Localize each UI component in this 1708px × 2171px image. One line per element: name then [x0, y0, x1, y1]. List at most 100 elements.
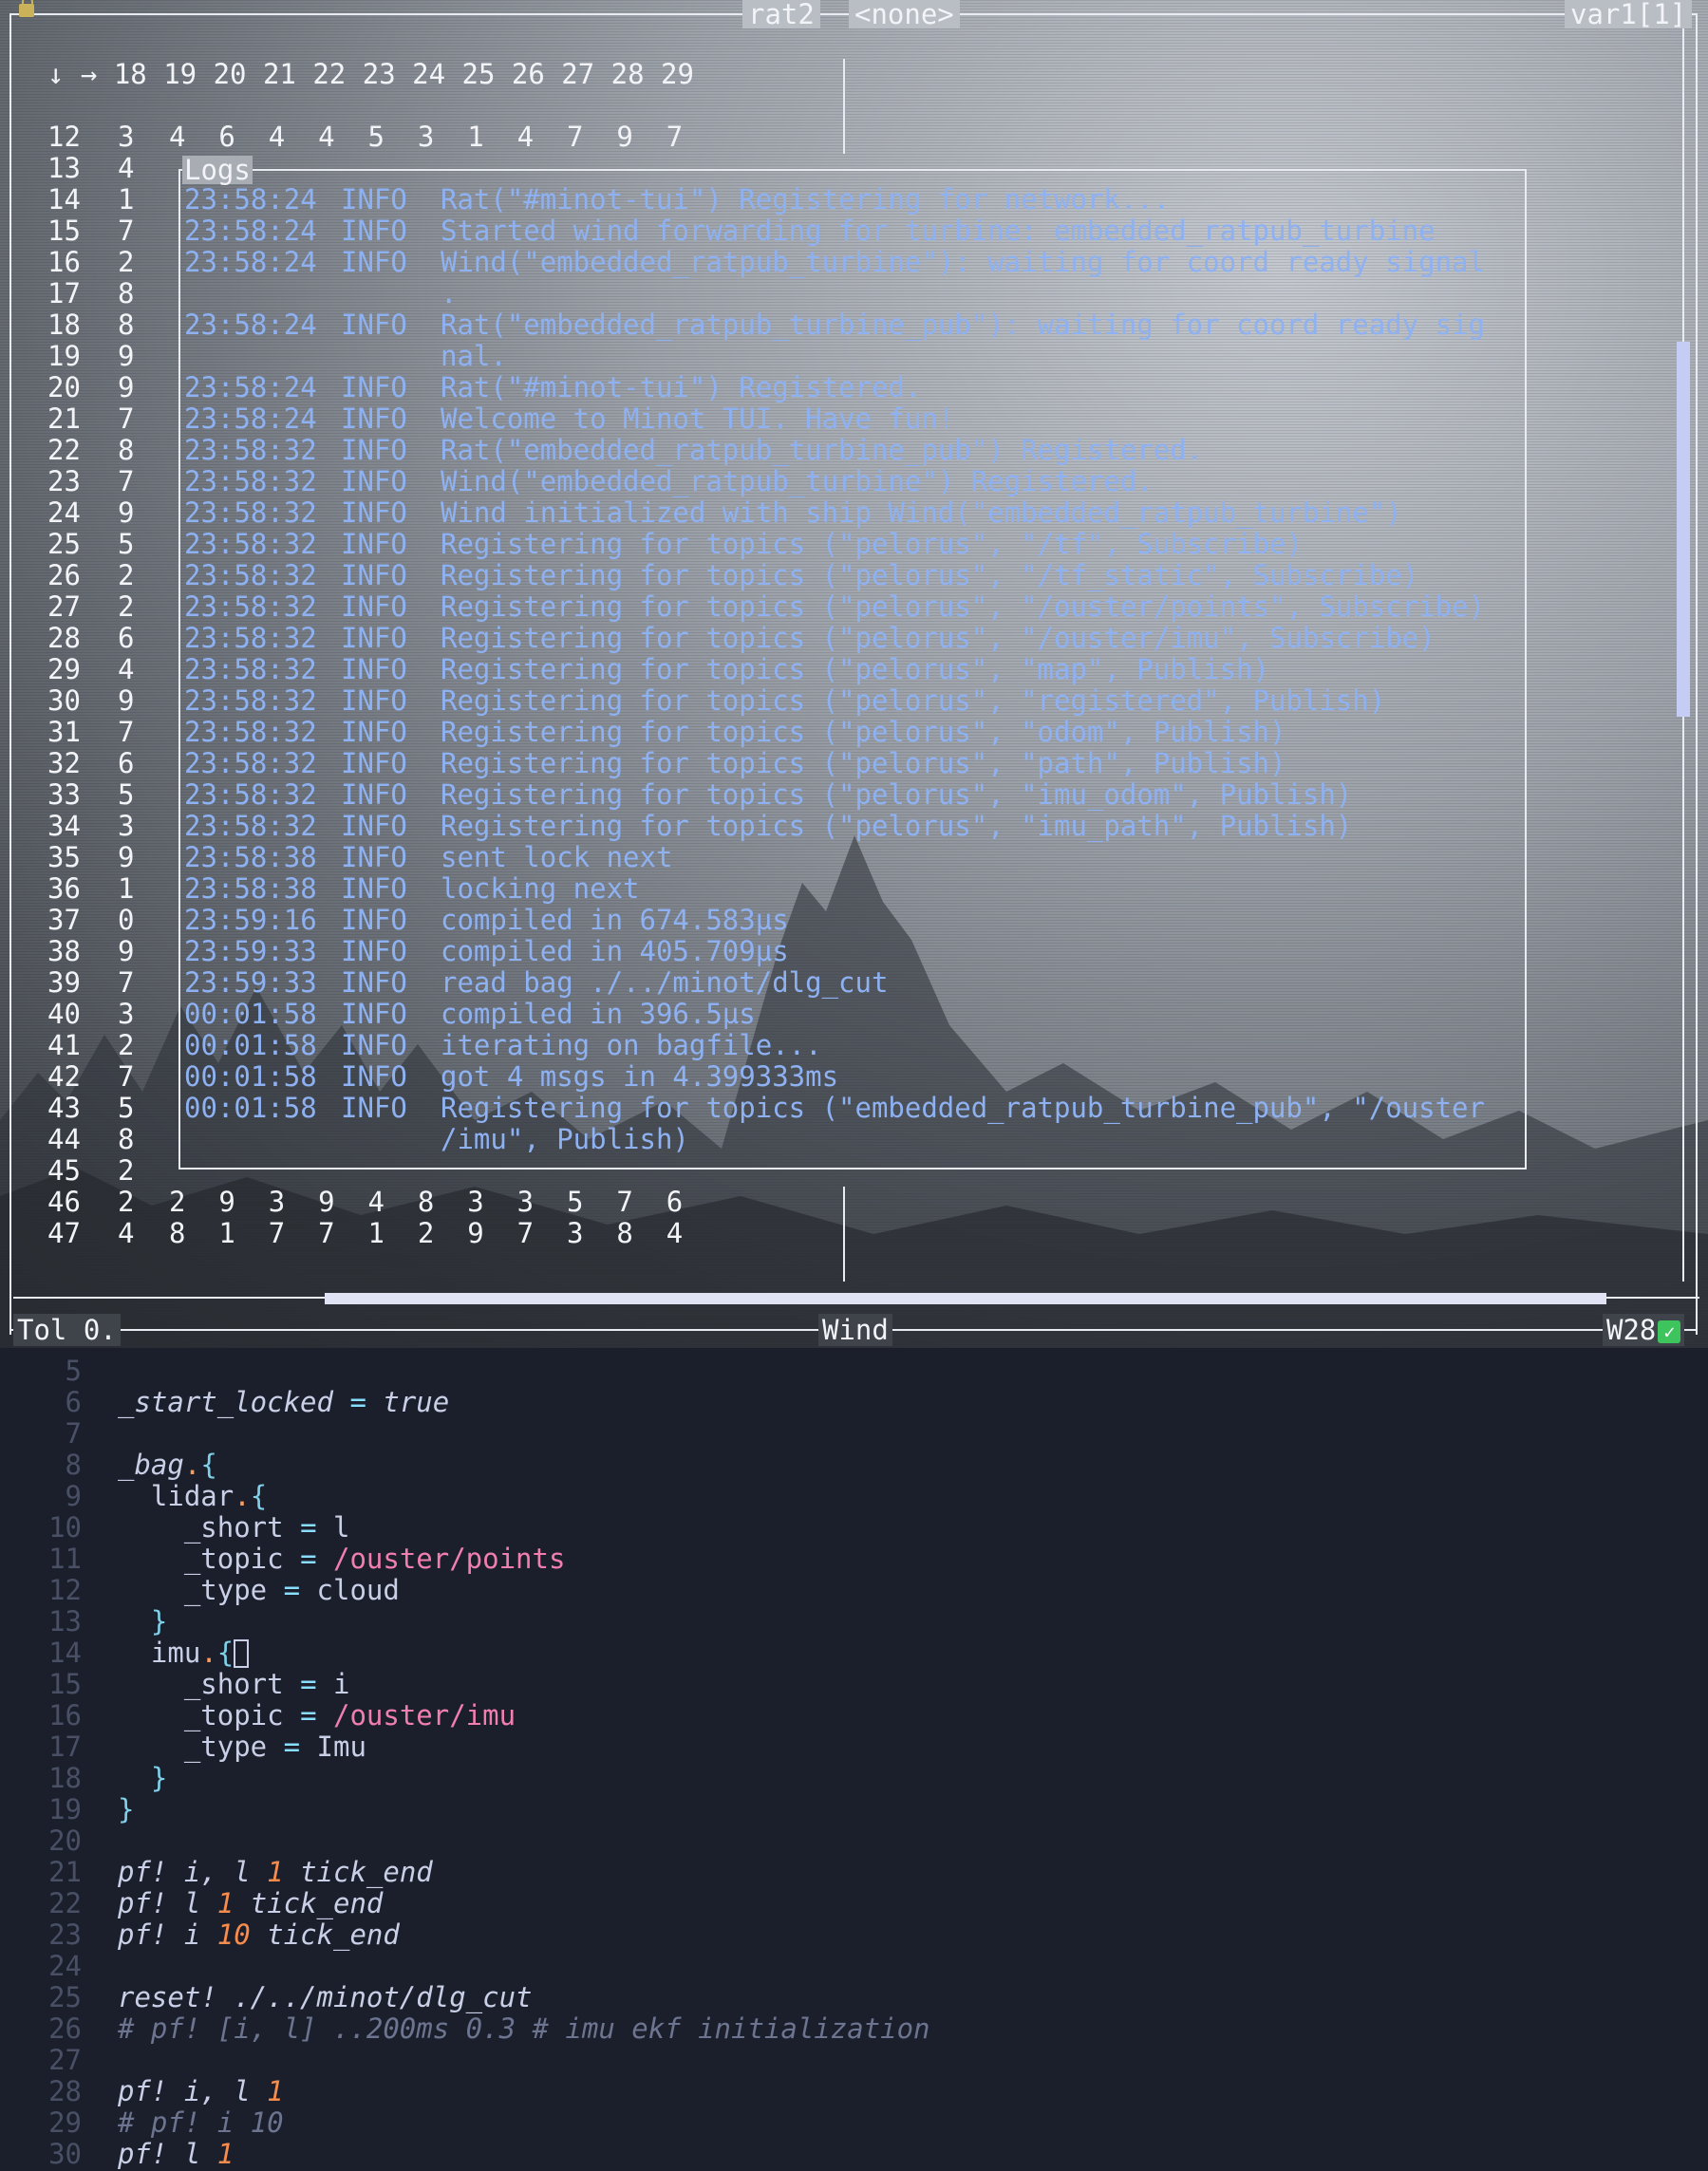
- matrix-row-value: 7: [118, 716, 135, 748]
- code-token: cloud: [316, 1574, 400, 1606]
- horizontal-scrollbar[interactable]: [325, 1293, 1606, 1304]
- log-message: Registering for topics ("pelorus", "odom…: [441, 716, 1286, 748]
- editor-line[interactable]: 23 pf! i 10 tick_end: [0, 1919, 400, 1951]
- code-token: pf! i, l: [118, 1856, 268, 1888]
- log-level: INFO: [341, 935, 407, 967]
- editor-line[interactable]: 21 pf! i, l 1 tick_end: [0, 1857, 433, 1888]
- log-line: 00:01:58 INFO iterating on bagfile...: [184, 1030, 822, 1061]
- line-number: 10: [48, 1511, 82, 1544]
- log-timestamp: 23:58:32: [184, 716, 317, 748]
- matrix-row-value: 2: [118, 1154, 135, 1187]
- matrix-row-value: 8: [118, 434, 135, 466]
- log-timestamp: 23:58:32: [184, 559, 317, 591]
- editor-line[interactable]: 16 _topic = /ouster/imu: [0, 1700, 516, 1731]
- editor-line[interactable]: 18 }: [0, 1763, 167, 1794]
- code-token: reset! ./../minot/dlg_cut: [118, 1981, 533, 2013]
- code-token: =: [332, 1386, 384, 1418]
- editor-line[interactable]: 14 imu.{: [0, 1637, 250, 1669]
- editor-line[interactable]: 20: [0, 1825, 118, 1857]
- editor-line[interactable]: 15 _short = i: [0, 1669, 349, 1700]
- lock-icon: [19, 0, 34, 17]
- editor-line[interactable]: 25 reset! ./../minot/dlg_cut: [0, 1981, 533, 2013]
- code-token: l: [333, 1511, 350, 1544]
- editor-line[interactable]: 19}: [0, 1794, 134, 1825]
- code-editor[interactable]: 5 6 _start_locked = true 7 8 _bag.{9 lidar.{1…: [0, 1348, 1708, 2171]
- log-message: .: [441, 277, 458, 309]
- code-token: .: [200, 1637, 217, 1669]
- editor-line[interactable]: 30 pf! l 1: [0, 2139, 234, 2170]
- log-level: INFO: [341, 747, 407, 779]
- editor-line[interactable]: 9 lidar.{: [0, 1481, 268, 1512]
- editor-line[interactable]: 12 _type = cloud: [0, 1575, 400, 1606]
- matrix-row-label: 34: [47, 810, 81, 842]
- line-number: 16: [48, 1699, 82, 1731]
- matrix-row-value: 2: [118, 590, 135, 623]
- matrix-row-label: 36: [47, 872, 81, 905]
- log-level: INFO: [341, 183, 407, 215]
- line-number: 19: [48, 1793, 82, 1825]
- log-message: Started wind forwarding for turbine: emb…: [441, 215, 1436, 247]
- log-line: 23:58:32 INFO Rat("embedded_ratpub_turbine…: [184, 435, 1203, 466]
- code-token: }: [118, 1605, 168, 1638]
- code-token: /ouster/points: [333, 1543, 566, 1575]
- logs-panel-title: Logs: [182, 154, 253, 186]
- log-message: iterating on bagfile...: [441, 1029, 822, 1061]
- matrix-row-label: 22: [47, 434, 81, 466]
- code-token: _type: [118, 1731, 268, 1763]
- matrix-row-label: 31: [47, 716, 81, 748]
- matrix-row-cells: 8 1 7 7 1 2 9 7 3 8 4: [169, 1217, 684, 1249]
- log-level: INFO: [341, 872, 407, 905]
- log-timestamp: 00:01:58: [184, 998, 317, 1030]
- editor-line[interactable]: 7: [0, 1418, 118, 1450]
- log-line: 23:58:24 INFO Rat("#minot-tui") Registerin…: [184, 184, 1170, 215]
- log-line: 23:58:32 INFO Registering for topics ("pel…: [184, 529, 1303, 560]
- code-token: _short: [118, 1511, 284, 1544]
- line-number: 28: [48, 2075, 82, 2107]
- log-level: INFO: [341, 309, 407, 341]
- editor-line[interactable]: 28 pf! i, l 1: [0, 2076, 284, 2107]
- editor-line[interactable]: 26 # pf! [i, l] ..200ms 0.3 # imu ekf ini…: [0, 2013, 929, 2045]
- code-token: pf! l: [118, 1887, 217, 1919]
- matrix-row-value: 9: [118, 935, 135, 967]
- editor-line[interactable]: 22 pf! l 1 tick_end: [0, 1888, 383, 1919]
- editor-line[interactable]: 5: [0, 1356, 118, 1387]
- log-timestamp: 00:01:58: [184, 1029, 317, 1061]
- matrix-row-label: 47: [47, 1217, 81, 1249]
- log-message: Registering for topics ("pelorus", "/tf_…: [441, 559, 1419, 591]
- editor-line[interactable]: 24: [0, 1951, 118, 1982]
- log-message: Registering for topics ("pelorus", "regi…: [441, 684, 1386, 717]
- code-token: =: [267, 1731, 317, 1763]
- editor-line[interactable]: 29 # pf! i 10: [0, 2107, 284, 2139]
- matrix-row-label: 13: [47, 152, 81, 184]
- code-token: =: [283, 1511, 333, 1544]
- editor-line[interactable]: 27: [0, 2045, 118, 2076]
- log-line: 23:59:33 INFO compiled in 405.709µs: [184, 936, 789, 967]
- log-timestamp: 23:59:33: [184, 935, 317, 967]
- log-level: INFO: [341, 402, 407, 435]
- matrix-row-label: 35: [47, 841, 81, 873]
- editor-line[interactable]: 11 _topic = /ouster/points: [0, 1544, 565, 1575]
- vertical-scrollbar[interactable]: [1677, 342, 1690, 717]
- matrix-row-label: 15: [47, 215, 81, 247]
- log-message: /imu", Publish): [441, 1123, 689, 1155]
- pane-title-right: var1[1]: [1565, 0, 1693, 28]
- code-token: 1: [267, 1856, 284, 1888]
- log-level: INFO: [341, 496, 407, 529]
- editor-line[interactable]: 17 _type = Imu: [0, 1731, 366, 1763]
- code-token: =: [283, 1668, 333, 1700]
- matrix-column-header: ↓ → 18 19 20 21 22 23 24 25 26 27 28 29: [47, 58, 694, 90]
- matrix-row-value: 8: [118, 309, 135, 341]
- log-level: INFO: [341, 622, 407, 654]
- editor-line[interactable]: 13 }: [0, 1606, 167, 1638]
- editor-line[interactable]: 8 _bag.{: [0, 1450, 217, 1481]
- editor-line[interactable]: 10 _short = l: [0, 1512, 349, 1544]
- matrix-row-value: 6: [118, 747, 135, 779]
- log-level: INFO: [341, 716, 407, 748]
- line-number: 30: [48, 2138, 82, 2170]
- editor-line[interactable]: 6 _start_locked = true: [0, 1386, 450, 1418]
- tui-pane: rat2 <none> var1[1] ↓ → 18 19 20 21 22 2…: [0, 0, 1708, 1348]
- line-number: 14: [48, 1637, 82, 1669]
- matrix-row-value: 1: [118, 183, 135, 215]
- matrix-row-label: 30: [47, 684, 81, 717]
- log-message: Welcome to Minot TUI. Have fun!: [441, 402, 955, 435]
